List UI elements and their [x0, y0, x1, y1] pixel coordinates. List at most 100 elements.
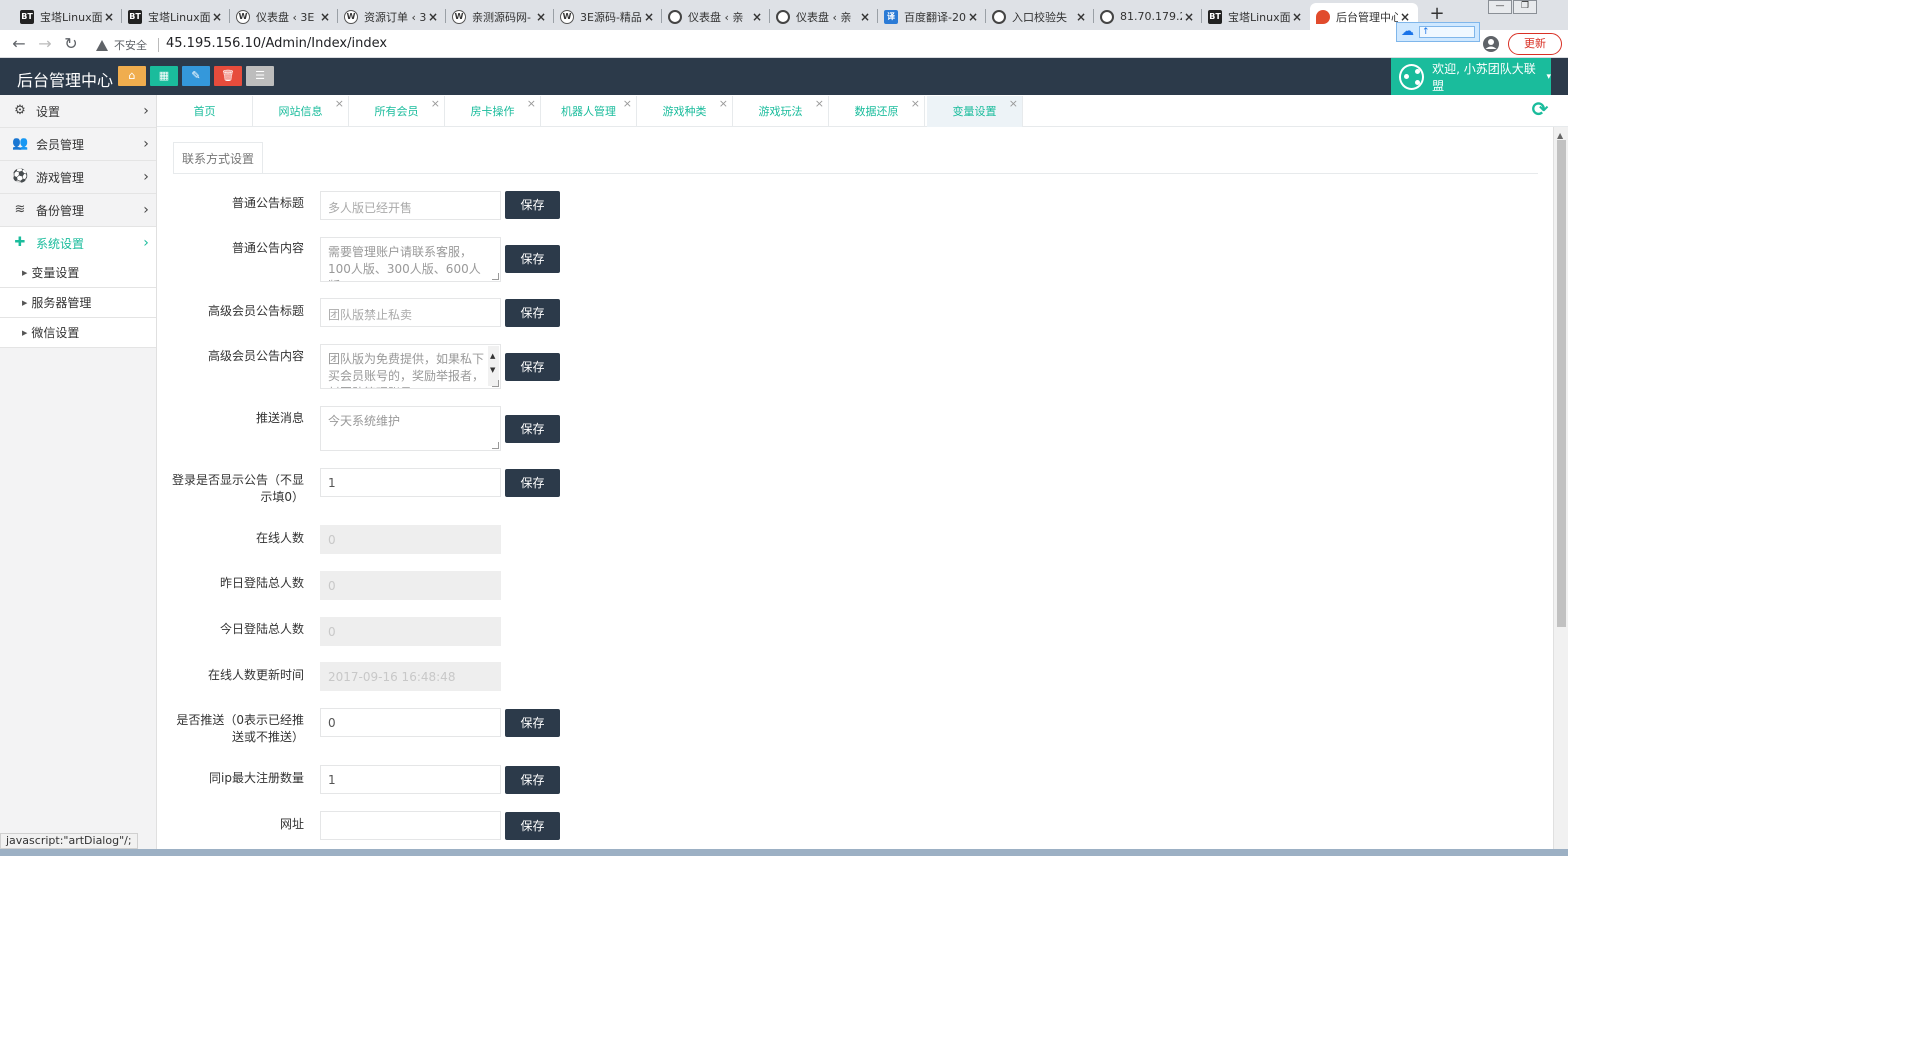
- user-menu[interactable]: 欢迎, 小苏团队大联盟 ▾: [1391, 58, 1551, 95]
- url-field[interactable]: 45.195.156.10/Admin/Index/index: [166, 36, 387, 51]
- page-scrollbar[interactable]: ▲: [1553, 127, 1568, 856]
- minimize-icon[interactable]: —: [1488, 0, 1512, 14]
- browser-tab[interactable]: BT 宝塔Linux面 ×: [14, 3, 122, 30]
- close-icon[interactable]: ×: [623, 88, 632, 119]
- grid-icon[interactable]: ▦: [150, 66, 178, 86]
- forward-icon[interactable]: →: [34, 33, 56, 55]
- trash-icon[interactable]: 🗑: [214, 66, 242, 86]
- sidebar-item-games[interactable]: ⚽ 游戏管理 ›: [0, 161, 156, 194]
- close-icon[interactable]: ×: [527, 88, 536, 119]
- form-tab[interactable]: 联系方式设置: [173, 142, 263, 174]
- save-button[interactable]: 保存: [505, 415, 560, 443]
- home-icon[interactable]: ⌂: [118, 66, 146, 86]
- sidebar-subitem-variables[interactable]: ▶ 变量设置: [0, 258, 156, 288]
- close-icon[interactable]: ×: [534, 10, 548, 24]
- browser-tab[interactable]: 译百度翻译-20 ×: [878, 3, 986, 30]
- vip-notice-content-textarea[interactable]: 团队版为免费提供，如果私下买会员账号的，奖励举报者，封团队管理账号▲▼: [320, 344, 501, 389]
- list-icon[interactable]: ☰: [246, 66, 274, 86]
- content-tab-strip: 首页 网站信息 × 所有会员 × 房卡操作 × 机器人管理 × 游戏种类 × 游戏玩法 × …: [157, 95, 1568, 127]
- maximize-icon[interactable]: ❐: [1513, 0, 1537, 14]
- tab-all-members[interactable]: 所有会员 ×: [349, 96, 445, 127]
- tab-data-restore[interactable]: 数据还原 ×: [829, 96, 925, 127]
- sidebar-subitem-wechat[interactable]: ▶ 微信设置: [0, 318, 156, 348]
- profile-icon[interactable]: [1482, 33, 1502, 55]
- close-icon[interactable]: ×: [719, 88, 728, 119]
- close-icon[interactable]: ×: [1009, 88, 1018, 119]
- tab-room-cards[interactable]: 房卡操作 ×: [445, 96, 541, 127]
- save-button[interactable]: 保存: [505, 245, 560, 273]
- upload-icon: ↑: [1419, 26, 1475, 38]
- tab-game-rules[interactable]: 游戏玩法 ×: [733, 96, 829, 127]
- browser-tab[interactable]: W 亲测源码网- ×: [446, 3, 554, 30]
- app-header: 后台管理中心 ⌂ ▦ ✎ 🗑 ☰ 欢迎, 小苏团队大联盟 ▾: [0, 58, 1568, 95]
- close-icon[interactable]: ×: [102, 10, 116, 24]
- globe-icon: [668, 9, 682, 24]
- wordpress-icon: W: [344, 9, 358, 24]
- browser-tab[interactable]: W 3E源码-精品 ×: [554, 3, 662, 30]
- security-indicator[interactable]: 不安全: [96, 37, 147, 53]
- save-button[interactable]: 保存: [505, 709, 560, 737]
- push-flag-input[interactable]: 0: [320, 708, 501, 737]
- browser-tab[interactable]: W 仪表盘 ‹ 3E ×: [230, 3, 338, 30]
- browser-tab[interactable]: BT 宝塔Linux面 ×: [122, 3, 230, 30]
- max-register-per-ip-input[interactable]: 1: [320, 765, 501, 794]
- close-icon[interactable]: ×: [1074, 10, 1088, 24]
- close-icon[interactable]: ×: [335, 88, 344, 119]
- tab-site-info[interactable]: 网站信息 ×: [253, 96, 349, 127]
- close-icon[interactable]: ×: [318, 10, 332, 24]
- close-icon[interactable]: ×: [642, 10, 656, 24]
- close-icon[interactable]: ×: [431, 88, 440, 119]
- save-button[interactable]: 保存: [505, 299, 560, 327]
- vip-notice-title-input[interactable]: 团队版禁止私卖: [320, 298, 501, 327]
- scrollbar-thumb[interactable]: [1557, 140, 1566, 627]
- reload-icon[interactable]: ↻: [60, 33, 82, 55]
- close-icon[interactable]: ×: [966, 10, 980, 24]
- notice-content-textarea[interactable]: 需要管理账户请联系客服，100人版、300人版、600人版。: [320, 237, 501, 282]
- save-button[interactable]: 保存: [505, 469, 560, 497]
- close-icon[interactable]: ×: [911, 88, 920, 119]
- website-url-input[interactable]: [320, 811, 501, 840]
- sidebar-item-members[interactable]: 👥 会员管理 ›: [0, 128, 156, 161]
- browser-tab[interactable]: 仪表盘 ‹ 亲 ×: [770, 3, 878, 30]
- tab-variables[interactable]: 变量设置 ×: [927, 96, 1023, 127]
- sidebar-item-system[interactable]: ✚ 系统设置 ›: [0, 227, 156, 260]
- push-message-textarea[interactable]: 今天系统维护: [320, 406, 501, 451]
- browser-tab[interactable]: 81.70.179.2 ×: [1094, 3, 1202, 30]
- status-bar: javascript:"artDialog"/;: [0, 833, 138, 849]
- close-icon[interactable]: ×: [750, 10, 764, 24]
- refresh-icon[interactable]: ⟳: [1530, 99, 1550, 119]
- close-icon[interactable]: ×: [426, 10, 440, 24]
- sidebar-item-settings[interactable]: ⚙ 设置 ›: [0, 95, 156, 128]
- scroll-up-icon[interactable]: ▲: [1557, 131, 1563, 140]
- share-icon: [1399, 63, 1425, 90]
- chevron-right-icon: ›: [143, 136, 149, 152]
- save-button[interactable]: 保存: [505, 191, 560, 219]
- show-notice-input[interactable]: 1: [320, 468, 501, 497]
- translate-icon: 译: [884, 9, 898, 24]
- update-button[interactable]: 更新: [1508, 33, 1562, 55]
- browser-tab[interactable]: 入口校验失 ×: [986, 3, 1094, 30]
- save-button[interactable]: 保存: [505, 812, 560, 840]
- close-icon[interactable]: ×: [210, 10, 224, 24]
- extension-popup[interactable]: ☁ ↑: [1396, 22, 1480, 42]
- tab-robots[interactable]: 机器人管理 ×: [541, 96, 637, 127]
- sidebar-item-backup[interactable]: ≋ 备份管理 ›: [0, 194, 156, 227]
- browser-tab[interactable]: BT 宝塔Linux面 ×: [1202, 3, 1310, 30]
- back-icon[interactable]: ←: [8, 33, 30, 55]
- save-button[interactable]: 保存: [505, 766, 560, 794]
- users-icon: 👥: [12, 136, 29, 151]
- notice-title-input[interactable]: 多人版已经开售: [320, 191, 501, 220]
- browser-tab[interactable]: W 资源订单 ‹ 3 ×: [338, 3, 446, 30]
- tab-home[interactable]: 首页: [157, 96, 253, 127]
- close-icon[interactable]: ×: [1290, 10, 1304, 24]
- sidebar-subitem-servers[interactable]: ▶ 服务器管理: [0, 288, 156, 318]
- browser-tab[interactable]: 仪表盘 ‹ 亲 ×: [662, 3, 770, 30]
- globe-icon: [776, 9, 790, 24]
- tab-game-types[interactable]: 游戏种类 ×: [637, 96, 733, 127]
- close-icon[interactable]: ×: [815, 88, 824, 119]
- close-icon[interactable]: ×: [1182, 10, 1196, 24]
- pencil-icon[interactable]: ✎: [182, 66, 210, 86]
- browser-tab-strip: BT 宝塔Linux面 × BT 宝塔Linux面 × W 仪表盘 ‹ 3E × W 资源订单…: [0, 0, 1568, 30]
- save-button[interactable]: 保存: [505, 353, 560, 381]
- close-icon[interactable]: ×: [858, 10, 872, 24]
